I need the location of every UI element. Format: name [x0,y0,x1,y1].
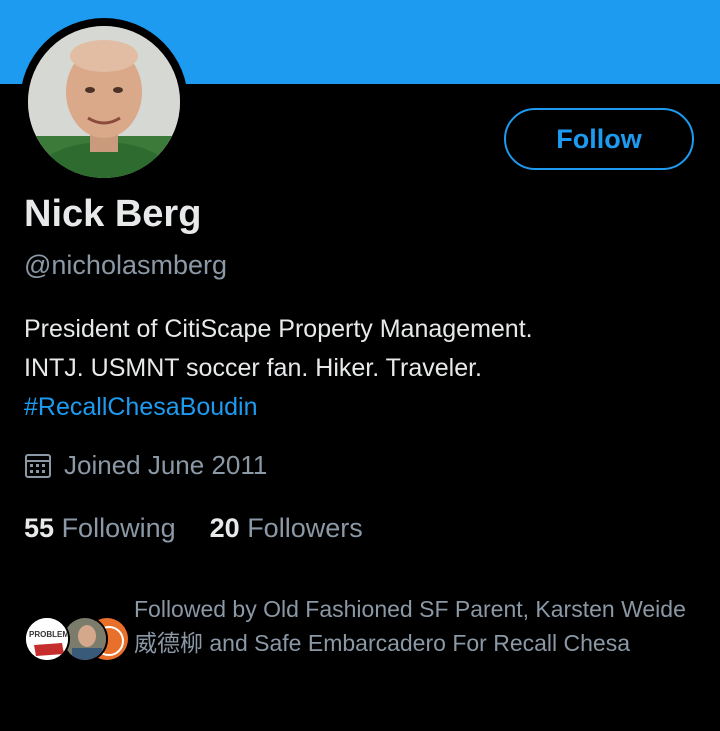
following-label: Following [61,513,176,543]
followers-label: Followers [247,513,363,543]
display-name: Nick Berg [24,193,202,235]
following-link[interactable]: 55 Following [24,513,176,544]
follower-avatar-logo-text: PROBLEM [29,630,69,639]
joined-date: Joined June 2011 [24,450,267,481]
followed-by-avatars: PROBLEM [24,616,134,666]
bio-hashtag-link[interactable]: #RecallChesaBoudin [24,388,694,427]
bio-line: President of CitiScape Property Manageme… [24,315,533,343]
calendar-icon [25,453,51,478]
joined-label: Joined June 2011 [64,450,268,480]
profile-bio: President of CitiScape Property Manageme… [24,310,694,427]
profile-avatar[interactable] [28,26,180,178]
avatar-ring [20,18,188,186]
user-handle: @nicholasmberg [24,250,228,280]
followers-count: 20 [209,513,240,543]
person-photo [28,26,180,178]
followed-by-text: Followed by Old Fashioned SF Parent, Kar… [134,596,686,656]
followers-link[interactable]: 20 Followers [210,513,363,544]
follow-counts: 55 Following 20 Followers [24,513,397,544]
follower-avatar: PROBLEM [24,616,70,662]
bio-line: INTJ. USMNT soccer fan. Hiker. Traveler. [24,354,482,382]
followed-by-section[interactable]: PROBLEM Followed by Old Fashioned SF Par… [24,592,704,692]
following-count: 55 [24,513,55,543]
follow-button[interactable]: Follow [504,108,694,170]
